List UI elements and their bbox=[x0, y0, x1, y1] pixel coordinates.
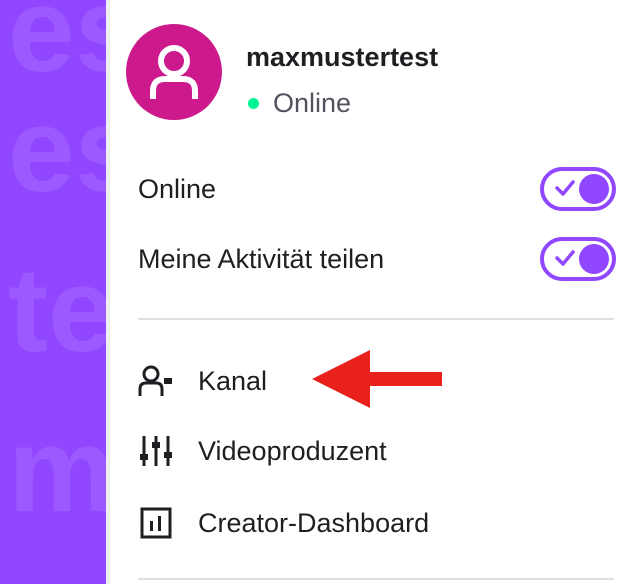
avatar[interactable] bbox=[126, 24, 222, 120]
profile-header: maxmustertest Online bbox=[126, 24, 626, 120]
online-toggle[interactable] bbox=[540, 167, 616, 211]
checkmark-icon bbox=[555, 180, 575, 196]
status-text: Online bbox=[273, 88, 352, 118]
channel-background: est est te mu bbox=[0, 0, 106, 584]
toggle-row-share-activity[interactable]: Meine Aktivität teilen bbox=[138, 234, 616, 284]
menu-item-label: Videoproduzent bbox=[198, 435, 387, 466]
user-menu-dropdown: maxmustertest Online Online Meine Aktivi… bbox=[110, 0, 641, 584]
sliders-icon bbox=[138, 433, 174, 469]
red-arrow-annotation bbox=[312, 350, 442, 408]
toggle-knob bbox=[579, 174, 609, 204]
background-ghost-text: mu bbox=[8, 403, 106, 537]
menu-item-kanal[interactable]: Kanal bbox=[138, 356, 267, 406]
toggle-label-online: Online bbox=[138, 173, 217, 204]
menu-divider bbox=[138, 318, 614, 320]
background-ghost-text: te bbox=[8, 243, 106, 377]
menu-item-creator-dashboard[interactable]: Creator-Dashboard bbox=[138, 498, 429, 548]
screen: est est te mu maxmustertest Online Onlin… bbox=[0, 0, 641, 584]
menu-item-label: Kanal bbox=[198, 365, 268, 396]
toggle-row-online[interactable]: Online bbox=[138, 164, 616, 214]
user-icon bbox=[150, 45, 198, 99]
share-activity-toggle[interactable] bbox=[540, 237, 616, 281]
toggle-knob bbox=[579, 244, 609, 274]
background-ghost-text: est bbox=[8, 0, 106, 97]
online-dot-icon bbox=[248, 98, 259, 109]
toggle-label-share-activity: Meine Aktivität teilen bbox=[138, 243, 385, 274]
status-indicator: Online bbox=[248, 88, 351, 119]
menu-item-videoproduzent[interactable]: Videoproduzent bbox=[138, 426, 387, 476]
dashboard-chart-icon bbox=[138, 505, 174, 541]
checkmark-icon bbox=[555, 250, 575, 266]
channel-person-icon bbox=[138, 363, 174, 399]
menu-item-label: Creator-Dashboard bbox=[198, 507, 430, 538]
menu-divider bbox=[138, 578, 614, 580]
background-ghost-text: est bbox=[8, 83, 106, 217]
username: maxmustertest bbox=[246, 42, 439, 72]
